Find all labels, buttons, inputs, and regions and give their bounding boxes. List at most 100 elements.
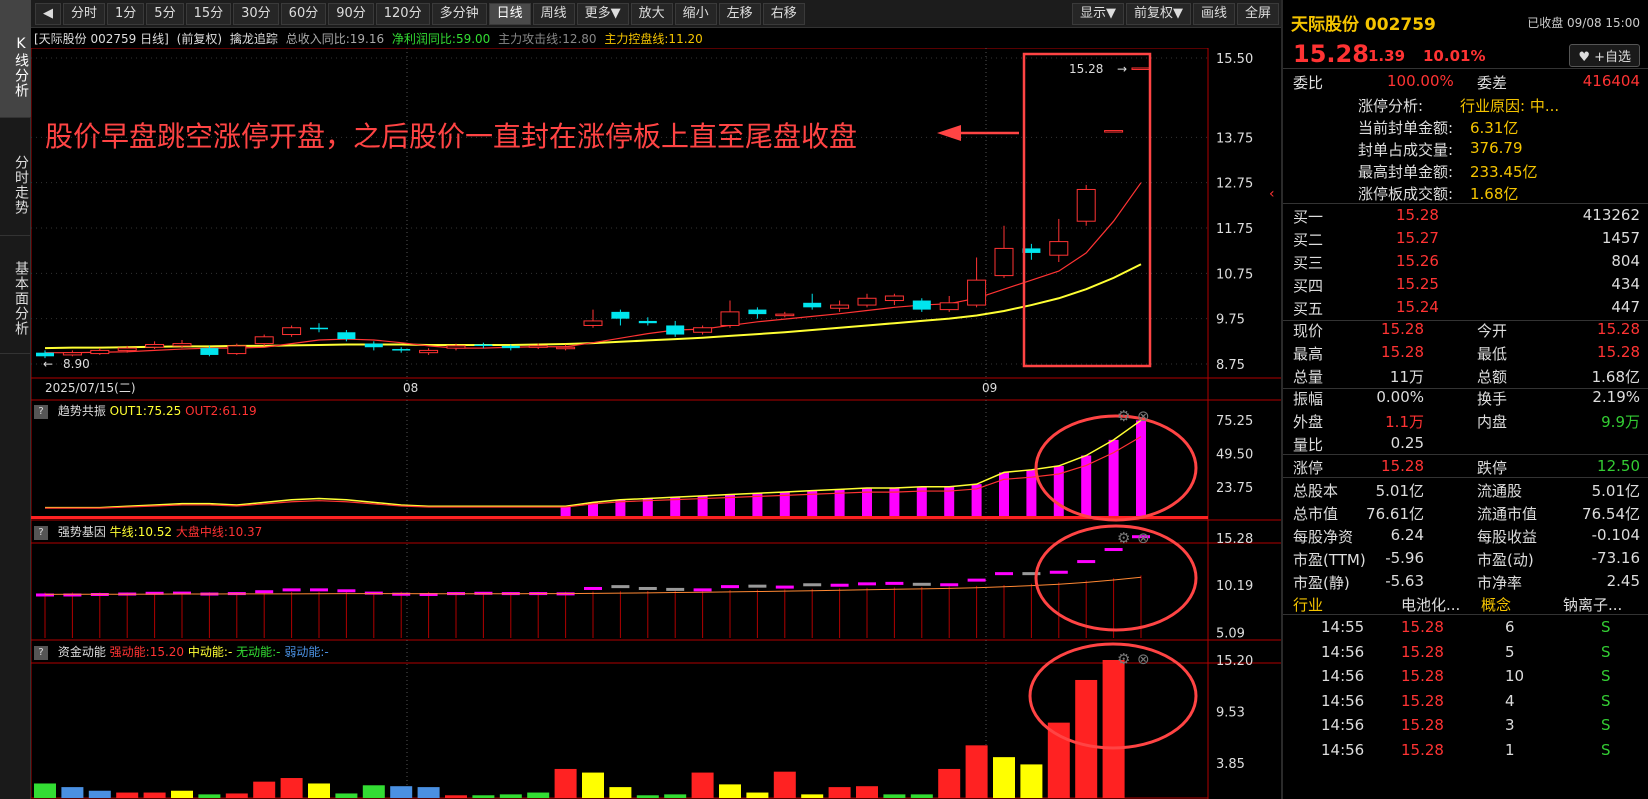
price-tick: 9.75 bbox=[1216, 313, 1245, 328]
candle-body bbox=[857, 297, 877, 306]
add-favorite-button[interactable]: ♥ +自选 bbox=[1569, 44, 1640, 67]
candle-body bbox=[693, 327, 713, 333]
period-button[interactable]: 多分钟 bbox=[431, 2, 487, 25]
industry-value[interactable]: 电池化... bbox=[1401, 594, 1460, 615]
kline-chart[interactable]: 8.90 ← 15.28 → 股价早盘跳空涨停开盘，之后股价一直封在涨停板上直至尾盘收盘… bbox=[31, 48, 1281, 799]
period-button[interactable]: 90分 bbox=[328, 2, 374, 25]
period-button[interactable]: 更多▼ bbox=[576, 2, 629, 25]
trend-bar bbox=[1108, 439, 1119, 518]
quote-value: 15.28 bbox=[1597, 343, 1640, 361]
period-button[interactable]: 右移 bbox=[762, 2, 805, 25]
profit-yoy: 净利润同比:59.00 bbox=[391, 32, 491, 46]
tab-kline-analysis[interactable]: K线分析 bbox=[0, 0, 31, 118]
limit-up-value: 15.28 bbox=[1381, 457, 1424, 475]
bid-level: 买四 bbox=[1293, 277, 1324, 295]
analysis-value[interactable]: 行业原因: 中... bbox=[1460, 95, 1559, 116]
period-button[interactable]: 5分 bbox=[146, 2, 184, 25]
close-icon[interactable]: ⊗ bbox=[1137, 650, 1150, 668]
concept-label[interactable]: 概念 bbox=[1481, 594, 1511, 615]
momentum-bar bbox=[499, 794, 522, 798]
momentum-bar bbox=[362, 785, 385, 798]
indicator-name[interactable]: 擒龙追踪 bbox=[230, 32, 278, 46]
analysis-label: 封单占成交量: bbox=[1358, 141, 1454, 159]
analysis-value: 6.31亿 bbox=[1470, 119, 1519, 137]
close-icon[interactable]: ⊗ bbox=[1137, 529, 1150, 547]
concept-value[interactable]: 钠离子... bbox=[1563, 594, 1622, 615]
toolbar-right-button[interactable]: 显示▼ bbox=[1071, 2, 1124, 25]
bid-volume: 413262 bbox=[1582, 206, 1640, 224]
toolbar-right-button[interactable]: 画线 bbox=[1192, 2, 1235, 25]
tick-side: S bbox=[1601, 691, 1611, 710]
period-button[interactable]: 60分 bbox=[280, 2, 327, 25]
period-button[interactable]: 1分 bbox=[107, 2, 145, 25]
period-button[interactable]: 分时 bbox=[63, 2, 106, 25]
tick-side: S bbox=[1601, 667, 1611, 685]
period-button[interactable]: 120分 bbox=[375, 2, 430, 25]
candle-body bbox=[392, 349, 411, 351]
period-button[interactable]: 周线 bbox=[532, 2, 575, 25]
industry-label[interactable]: 行业 bbox=[1293, 594, 1323, 615]
period-button[interactable]: 日线 bbox=[488, 2, 531, 25]
divider bbox=[1283, 454, 1648, 455]
gene-bar bbox=[912, 582, 931, 586]
momentum-bar bbox=[253, 781, 276, 798]
toolbar-right-button[interactable]: 前复权▼ bbox=[1125, 2, 1191, 25]
gear-icon[interactable]: ⚙ bbox=[1117, 529, 1130, 547]
candle-body bbox=[227, 345, 247, 355]
quote-value: 15.28 bbox=[1597, 320, 1640, 338]
tick-volume: 4 bbox=[1505, 691, 1515, 710]
tick-time: 14:56 bbox=[1321, 667, 1365, 685]
fundamental-value: 76.61亿 bbox=[1366, 505, 1424, 523]
tick-time: 14:56 bbox=[1321, 740, 1365, 759]
momentum-bar bbox=[335, 793, 358, 798]
fundamental-row: 总市值 76.61亿 流通市值 76.54亿 bbox=[1283, 503, 1648, 527]
candle-body bbox=[912, 300, 931, 310]
tick-row: 14:56 15.28 3 S bbox=[1283, 716, 1648, 740]
gear-icon[interactable]: ⚙ bbox=[1117, 407, 1130, 425]
period-button[interactable]: 放大 bbox=[630, 2, 673, 25]
gear-icon[interactable]: ⚙ bbox=[1117, 650, 1130, 668]
momentum-bar bbox=[1020, 764, 1043, 798]
candle-body bbox=[1076, 188, 1096, 222]
panel3-weak: 弱动能:- bbox=[284, 645, 329, 659]
adjust-label: (前复权) bbox=[176, 32, 223, 46]
candle bbox=[967, 257, 987, 308]
quote-label: 最高 bbox=[1293, 345, 1324, 363]
candle bbox=[994, 225, 1014, 278]
tab-intraday[interactable]: 分时走势 bbox=[0, 118, 31, 236]
panel3-label: 资金动能 bbox=[57, 645, 106, 659]
panel1-tick: 23.75 bbox=[1216, 481, 1253, 496]
help-icon[interactable]: ? bbox=[34, 645, 48, 660]
candle bbox=[282, 325, 302, 337]
period-button[interactable]: 30分 bbox=[233, 2, 279, 25]
candle-body bbox=[803, 302, 822, 308]
gene-bar bbox=[638, 586, 657, 590]
tick-row: 14:56 15.28 1 S bbox=[1283, 741, 1648, 765]
candle-body bbox=[172, 343, 192, 347]
tab-fundamental[interactable]: 基本面分析 bbox=[0, 236, 31, 354]
period-button[interactable]: 左移 bbox=[718, 2, 761, 25]
back-button[interactable]: ◀ bbox=[35, 2, 61, 25]
fundamental-value: -5.96 bbox=[1385, 549, 1424, 567]
quote-value: 11万 bbox=[1389, 368, 1424, 386]
fundamental-label: 每股收益 bbox=[1477, 528, 1538, 546]
bid-row: 买三 15.26 804 bbox=[1283, 252, 1648, 276]
toolbar-right-button[interactable]: 全屏 bbox=[1236, 2, 1279, 25]
attack-line: 主力攻击线:12.80 bbox=[498, 32, 597, 46]
toolbar-right-buttons: 显示▼ 前复权▼ 画线 全屏 bbox=[1071, 2, 1281, 25]
period-buttons: 分时 1分 5分 15分 30分 60分 90分 120分 多分钟 日线 周线 更多▼ 放大 缩小 左移 右移 bbox=[63, 2, 807, 25]
divider bbox=[1283, 68, 1648, 69]
candle bbox=[474, 342, 493, 349]
fundamental-label: 市盈(静) bbox=[1293, 574, 1350, 592]
panel1-out1: OUT1:75.25 bbox=[109, 404, 182, 418]
tick-price: 15.28 bbox=[1401, 642, 1444, 661]
close-icon[interactable]: ⊗ bbox=[1137, 407, 1150, 425]
momentum-bar bbox=[445, 795, 467, 798]
help-icon[interactable]: ? bbox=[34, 525, 48, 540]
period-button[interactable]: 15分 bbox=[185, 2, 232, 25]
gene-bar bbox=[611, 585, 630, 589]
help-icon[interactable]: ? bbox=[34, 404, 48, 419]
tick-price: 15.28 bbox=[1401, 716, 1444, 734]
annotation-arrow-icon bbox=[937, 125, 961, 141]
period-button[interactable]: 缩小 bbox=[674, 2, 717, 25]
